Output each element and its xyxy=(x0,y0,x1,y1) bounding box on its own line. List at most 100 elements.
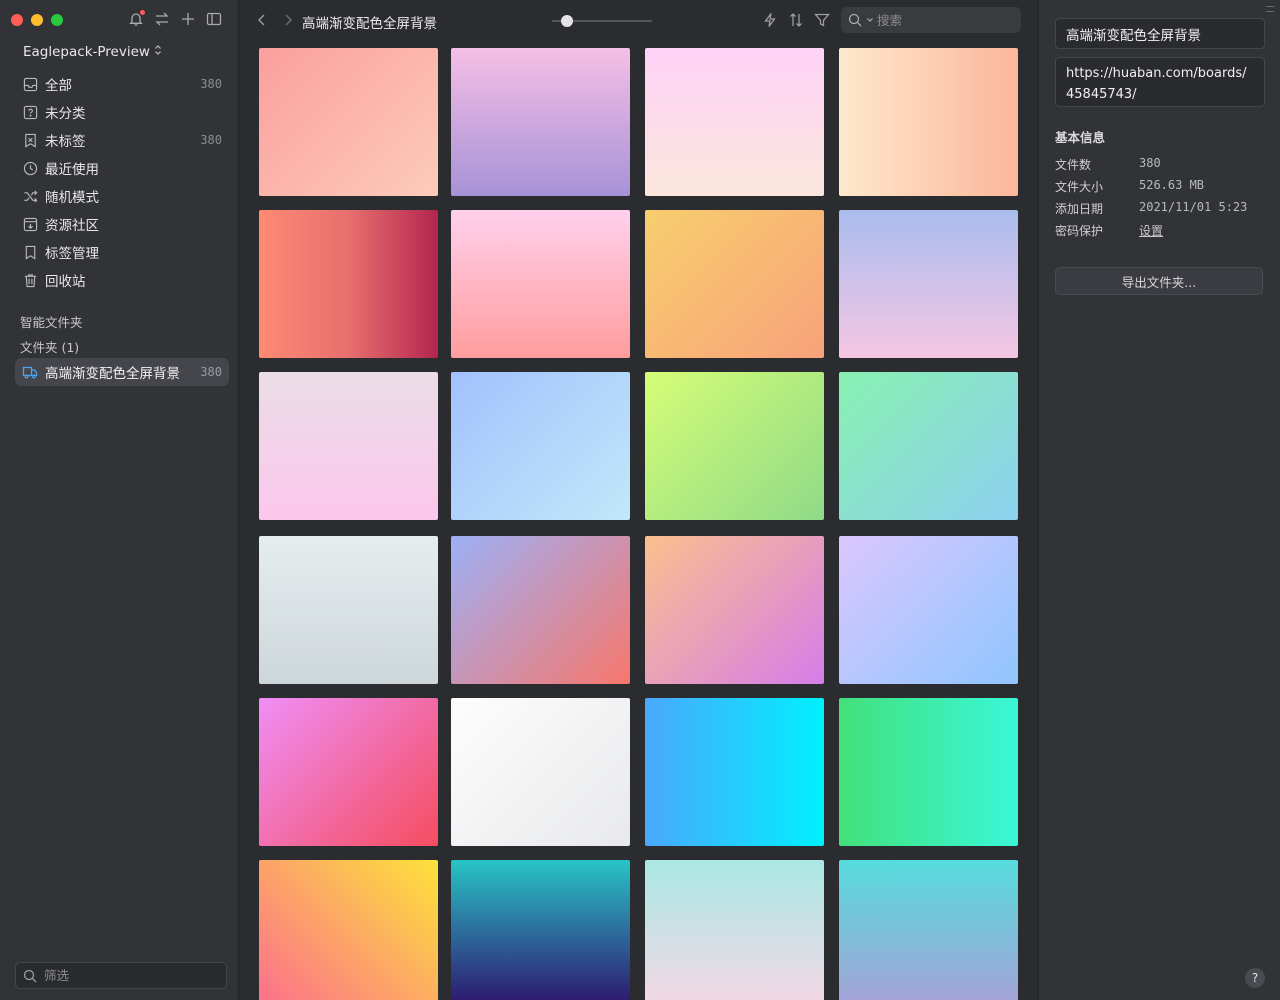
folder-url-field[interactable]: https://huaban.com/boards/45845743/ xyxy=(1055,57,1265,107)
toolbar-actions xyxy=(762,12,830,28)
notification-dot xyxy=(140,10,145,15)
item-count: 380 xyxy=(200,133,222,147)
sidebar-item-label: 全部 xyxy=(45,78,72,94)
sidebar-toolbar xyxy=(128,10,222,27)
page-title: 高端渐变配色全屏背景 xyxy=(302,16,437,32)
filter-box xyxy=(15,962,227,989)
community-icon xyxy=(22,216,38,232)
main-content: 高端渐变配色全屏背景 xyxy=(240,0,1038,1000)
search-icon xyxy=(22,968,38,984)
gradient-thumbnail[interactable] xyxy=(839,210,1018,358)
gradient-thumbnail[interactable] xyxy=(645,536,824,684)
sidebar-nav: 全部 380 未分类 未标签 380 最近使用 随机模式 资源社区 标签管理 回… xyxy=(15,70,229,294)
forward-arrow-icon[interactable] xyxy=(280,12,296,28)
sidebar: Eaglepack-Preview 全部 380 未分类 未标签 380 最近使… xyxy=(0,0,239,1000)
gradient-thumbnail[interactable] xyxy=(451,536,630,684)
gradient-thumbnail[interactable] xyxy=(839,48,1018,196)
gradient-thumbnail[interactable] xyxy=(839,372,1018,520)
gradient-thumbnail[interactable] xyxy=(259,48,438,196)
sidebar-item-label: 未标签 xyxy=(45,134,86,150)
library-name: Eaglepack-Preview xyxy=(23,44,150,60)
close-window-button[interactable] xyxy=(11,14,23,26)
inspector-panel: 高端渐变配色全屏背景 https://huaban.com/boards/458… xyxy=(1038,0,1280,1000)
info-value: 2021/11/01 5:23 xyxy=(1139,200,1248,214)
sidebar-folder-item[interactable]: 高端渐变配色全屏背景 380 xyxy=(15,358,229,386)
gradient-thumbnail[interactable] xyxy=(645,48,824,196)
info-row-file-count: 文件数 380 xyxy=(1055,156,1161,173)
sidebar-toggle-icon[interactable] xyxy=(206,11,222,27)
sidebar-item-label: 随机模式 xyxy=(45,190,99,206)
bookmark-icon xyxy=(22,244,38,260)
sidebar-item-uncategorized[interactable]: 未分类 xyxy=(15,98,229,126)
zoom-slider-knob[interactable] xyxy=(561,15,573,27)
minimize-window-button[interactable] xyxy=(31,14,43,26)
search-input[interactable] xyxy=(877,12,1017,28)
filter-icon[interactable] xyxy=(814,12,830,28)
folder-name-field[interactable]: 高端渐变配色全屏背景 xyxy=(1055,18,1265,49)
sidebar-item-label: 最近使用 xyxy=(45,162,99,178)
library-switcher[interactable]: Eaglepack-Preview xyxy=(23,44,162,60)
sync-icon[interactable] xyxy=(154,11,170,27)
gradient-thumbnail[interactable] xyxy=(259,860,438,1000)
sidebar-item-untagged[interactable]: 未标签 380 xyxy=(15,126,229,154)
clock-icon xyxy=(22,160,38,176)
info-key: 文件数 xyxy=(1055,158,1092,172)
sidebar-item-all[interactable]: 全部 380 xyxy=(15,70,229,98)
item-count: 380 xyxy=(200,77,222,91)
sidebar-item-label: 标签管理 xyxy=(45,246,99,262)
help-button[interactable]: ? xyxy=(1245,968,1265,988)
sidebar-item-tags[interactable]: 标签管理 xyxy=(15,238,229,266)
sidebar-item-random[interactable]: 随机模式 xyxy=(15,182,229,210)
lightning-icon[interactable] xyxy=(762,12,778,28)
gradient-thumbnail[interactable] xyxy=(645,210,824,358)
gradient-thumbnail[interactable] xyxy=(451,48,630,196)
sidebar-item-recent[interactable]: 最近使用 xyxy=(15,154,229,182)
item-count: 380 xyxy=(200,365,222,379)
bell-icon[interactable] xyxy=(128,10,145,27)
folders-heading[interactable]: 文件夹 (1) xyxy=(20,337,79,356)
sort-icon[interactable] xyxy=(788,12,804,28)
question-box-icon xyxy=(22,104,38,120)
gradient-thumbnail[interactable] xyxy=(451,210,630,358)
back-arrow-icon[interactable] xyxy=(254,12,270,28)
gradient-thumbnail[interactable] xyxy=(259,210,438,358)
gradient-thumbnail[interactable] xyxy=(451,372,630,520)
folder-truck-icon xyxy=(22,364,38,380)
gradient-thumbnail[interactable] xyxy=(645,698,824,846)
info-value: 380 xyxy=(1139,156,1161,170)
gradient-thumbnail[interactable] xyxy=(839,536,1018,684)
gradient-thumbnail[interactable] xyxy=(451,860,630,1000)
gradient-thumbnail[interactable] xyxy=(645,372,824,520)
gradient-thumbnail[interactable] xyxy=(259,698,438,846)
filter-input[interactable] xyxy=(44,968,214,983)
sidebar-item-trash[interactable]: 回收站 xyxy=(15,266,229,294)
sidebar-item-label: 回收站 xyxy=(45,274,86,290)
gradient-thumbnail[interactable] xyxy=(259,372,438,520)
trash-icon xyxy=(22,272,38,288)
info-key: 文件大小 xyxy=(1055,180,1104,194)
folder-label: 高端渐变配色全屏背景 xyxy=(45,366,180,382)
zoom-window-button[interactable] xyxy=(51,14,63,26)
info-value: 526.63 MB xyxy=(1139,178,1205,192)
gradient-thumbnail[interactable] xyxy=(645,860,824,1000)
history-nav xyxy=(254,12,296,28)
info-row-file-size: 文件大小 526.63 MB xyxy=(1055,178,1204,195)
info-row-password: 密码保护 设置 xyxy=(1055,222,1163,239)
gradient-thumbnail[interactable] xyxy=(839,698,1018,846)
gradient-thumbnail[interactable] xyxy=(259,536,438,684)
set-password-link[interactable]: 设置 xyxy=(1139,222,1163,239)
resize-grip xyxy=(1266,6,1274,12)
plus-icon[interactable] xyxy=(180,11,196,27)
gradient-thumbnail[interactable] xyxy=(839,860,1018,1000)
export-folder-button[interactable]: 导出文件夹... xyxy=(1055,267,1263,295)
chevron-down-icon[interactable] xyxy=(866,13,874,28)
window-controls xyxy=(11,14,63,26)
sidebar-item-community[interactable]: 资源社区 xyxy=(15,210,229,238)
gradient-thumbnail[interactable] xyxy=(451,698,630,846)
info-key: 密码保护 xyxy=(1055,224,1104,238)
info-key: 添加日期 xyxy=(1055,202,1104,216)
shuffle-icon xyxy=(22,188,38,204)
smart-folders-heading[interactable]: 智能文件夹 xyxy=(20,312,83,331)
sidebar-item-label: 资源社区 xyxy=(45,218,99,234)
zoom-slider[interactable] xyxy=(552,15,652,27)
